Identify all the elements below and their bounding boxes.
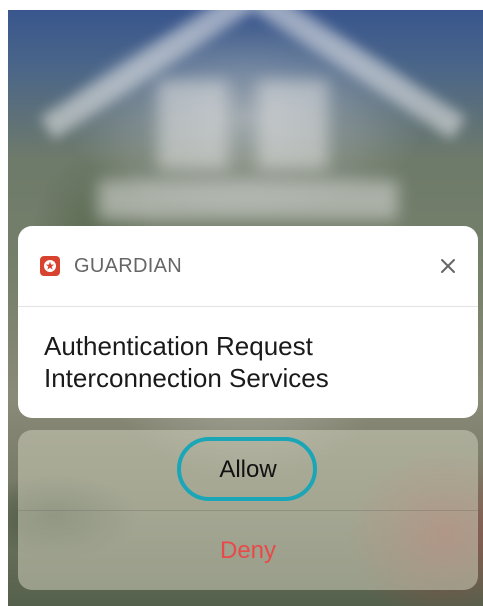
shield-star-icon (40, 256, 60, 276)
allow-button[interactable]: Allow (18, 430, 478, 510)
notification-body: Authentication Request Interconnection S… (44, 330, 458, 394)
notification-actions: Allow Deny (18, 430, 478, 590)
notification-header: GUARDIAN (18, 226, 478, 307)
background-window (258, 80, 328, 170)
deny-button[interactable]: Deny (18, 510, 478, 590)
background-window (98, 180, 398, 220)
notification-subtitle: Interconnection Services (44, 363, 329, 393)
background-window (158, 80, 228, 170)
notification-title: Authentication Request (44, 331, 313, 361)
notification-card[interactable]: GUARDIAN Authentication Request Intercon… (18, 226, 478, 418)
app-name: GUARDIAN (74, 255, 182, 277)
close-icon[interactable] (432, 250, 464, 282)
